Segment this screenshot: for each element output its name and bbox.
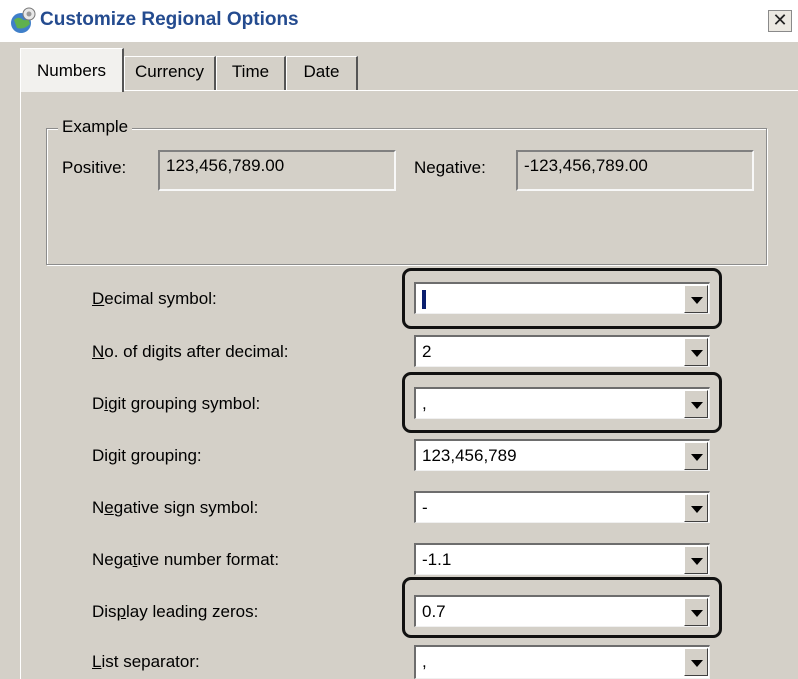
digit-grouping-symbol-label: Digit grouping symbol: [92, 394, 261, 413]
close-button[interactable]: ✕ [768, 10, 792, 32]
positive-label: Positive: [62, 158, 127, 177]
dialog-title: Customize Regional Options [40, 9, 299, 30]
negative-number-format-label: Negative number format: [92, 550, 280, 569]
digit-grouping-label: Digit grouping: [92, 446, 202, 465]
negative-example-value: -123,456,789.00 [516, 150, 754, 191]
negative-sign-symbol-combo[interactable]: - [414, 491, 710, 523]
negative-number-format-dropdown-button[interactable] [684, 546, 708, 574]
list-separator-dropdown-button[interactable] [684, 648, 708, 676]
chevron-down-icon [691, 402, 703, 409]
decimal-symbol-dropdown-button[interactable] [684, 285, 708, 313]
digit-grouping-symbol-value: , [422, 394, 427, 413]
display-leading-zeros-label: Display leading zeros: [92, 602, 259, 621]
chevron-down-icon [691, 350, 703, 357]
decimal-symbol-label: Decimal symbol: [92, 289, 217, 308]
digits-after-decimal-combo[interactable]: 2 [414, 335, 710, 367]
negative-number-format-combo[interactable]: -1.1 [414, 543, 710, 575]
list-separator-combo[interactable]: , [414, 645, 710, 679]
negative-number-format-value: -1.1 [422, 550, 452, 569]
negative-sign-symbol-dropdown-button[interactable] [684, 494, 708, 522]
decimal-symbol-combo[interactable] [414, 282, 710, 314]
tab-strip: Numbers Currency Time Date [20, 48, 780, 92]
digits-after-decimal-dropdown-button[interactable] [684, 338, 708, 366]
positive-example-value: 123,456,789.00 [158, 150, 396, 191]
chevron-down-icon [691, 506, 703, 513]
digit-grouping-symbol-dropdown-button[interactable] [684, 390, 708, 418]
chevron-down-icon [691, 610, 703, 617]
text-caret [422, 290, 426, 309]
tab-time[interactable]: Time [216, 56, 286, 90]
tab-currency[interactable]: Currency [124, 56, 216, 90]
negative-label: Negative: [414, 158, 486, 177]
negative-sign-symbol-label: Negative sign symbol: [92, 498, 259, 517]
regional-globe-icon [11, 7, 36, 33]
customize-regional-options-dialog: Customize Regional Options ✕ Numbers Cur… [0, 0, 798, 679]
tab-numbers[interactable]: Numbers [20, 48, 124, 92]
chevron-down-icon [691, 297, 703, 304]
display-leading-zeros-dropdown-button[interactable] [684, 598, 708, 626]
display-leading-zeros-combo[interactable]: 0.7 [414, 595, 710, 627]
list-separator-label: List separator: [92, 652, 200, 671]
negative-sign-symbol-value: - [422, 498, 428, 517]
chevron-down-icon [691, 660, 703, 667]
chevron-down-icon [691, 558, 703, 565]
digit-grouping-symbol-combo[interactable]: , [414, 387, 710, 419]
digits-after-decimal-value: 2 [422, 342, 432, 361]
display-leading-zeros-value: 0.7 [422, 602, 446, 621]
digits-after-decimal-label: No. of digits after decimal: [92, 342, 289, 361]
list-separator-value: , [422, 652, 427, 671]
example-legend: Example [58, 117, 133, 137]
chevron-down-icon [691, 454, 703, 461]
example-groupbox [46, 128, 767, 265]
tab-date[interactable]: Date [286, 56, 358, 90]
title-bar[interactable]: Customize Regional Options ✕ [0, 0, 798, 42]
digit-grouping-combo[interactable]: 123,456,789 [414, 439, 710, 471]
digit-grouping-value: 123,456,789 [422, 446, 517, 465]
digit-grouping-dropdown-button[interactable] [684, 442, 708, 470]
